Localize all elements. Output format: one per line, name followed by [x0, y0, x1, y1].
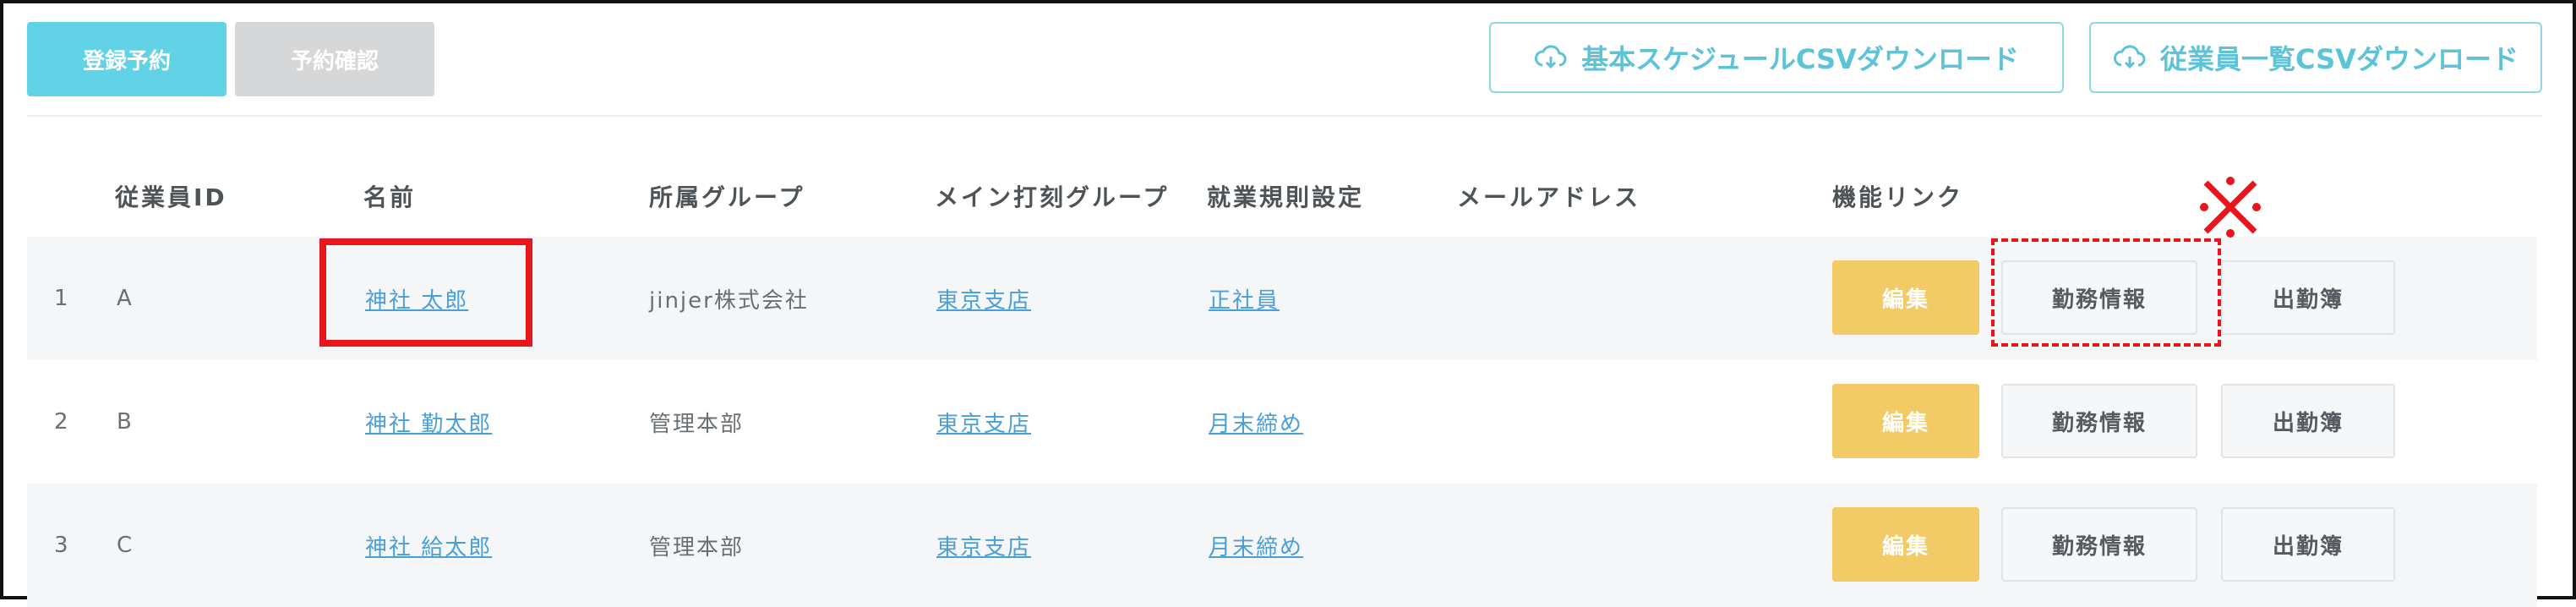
table-row: 3 C 神社 給太郎 管理本部 東京支店 月末締め 編集 勤務情報 出勤簿 — [27, 484, 2537, 607]
schedule-csv-download-button[interactable]: 基本スケジュールCSVダウンロード — [1489, 22, 2064, 93]
work-info-highlight-dashed-box — [1991, 238, 2221, 347]
group-text: 管理本部 — [649, 534, 745, 561]
work-info-button[interactable]: 勤務情報 — [2001, 384, 2197, 458]
edit-button[interactable]: 編集 — [1832, 260, 1979, 335]
header-group: 所属グループ — [649, 183, 805, 211]
employee-id: C — [117, 533, 133, 558]
row-number: 3 — [54, 533, 68, 558]
employee-csv-download-button[interactable]: 従業員一覧CSVダウンロード — [2089, 22, 2542, 93]
employee-id: A — [117, 286, 132, 311]
name-highlight-box — [319, 238, 532, 347]
toolbar: 登録予約 予約確認 基本スケジュールCSVダウンロード 従業員一覧CSVダウンロ… — [27, 22, 2542, 96]
row-number: 1 — [54, 286, 68, 311]
edit-button[interactable]: 編集 — [1832, 384, 1979, 458]
reservation-confirm-button[interactable]: 予約確認 — [235, 22, 434, 96]
schedule-csv-download-label: 基本スケジュールCSVダウンロード — [1581, 43, 2019, 75]
cloud-download-icon — [1534, 45, 1568, 70]
table-row: 2 B 神社 勤太郎 管理本部 東京支店 月末締め 編集 勤務情報 出勤簿 — [27, 360, 2537, 484]
work-rule-link[interactable]: 月末締め — [1209, 360, 1303, 484]
header-email: メールアドレス — [1457, 183, 1641, 211]
attendance-book-button[interactable]: 出勤簿 — [2221, 260, 2395, 335]
table-header: 従業員ID 名前 所属グループ メイン打刻グループ 就業規則設定 メールアドレス… — [27, 161, 2542, 228]
header-name: 名前 — [363, 183, 417, 211]
work-rule-link[interactable]: 月末締め — [1209, 484, 1303, 607]
edit-button[interactable]: 編集 — [1832, 507, 1979, 582]
employee-name-link[interactable]: 神社 勤太郎 — [365, 360, 492, 484]
employee-id: B — [117, 409, 132, 435]
kome-mark-icon — [2200, 177, 2261, 238]
stamp-group-link[interactable]: 東京支店 — [936, 484, 1031, 607]
toolbar-divider — [27, 115, 2542, 117]
stamp-group-link[interactable]: 東京支店 — [936, 237, 1031, 360]
row-number: 2 — [54, 409, 68, 435]
attendance-book-button[interactable]: 出勤簿 — [2221, 507, 2395, 582]
header-work-rules: 就業規則設定 — [1207, 183, 1365, 211]
employee-csv-download-label: 従業員一覧CSVダウンロード — [2160, 43, 2519, 75]
group-text: 管理本部 — [649, 411, 745, 437]
work-rule-link[interactable]: 正社員 — [1209, 237, 1280, 360]
work-info-button[interactable]: 勤務情報 — [2001, 507, 2197, 582]
header-main-stamp-group: メイン打刻グループ — [935, 183, 1170, 211]
stamp-group-link[interactable]: 東京支店 — [936, 360, 1031, 484]
cloud-download-icon — [2113, 45, 2147, 70]
employee-name-link[interactable]: 神社 給太郎 — [365, 484, 492, 607]
attendance-book-button[interactable]: 出勤簿 — [2221, 384, 2395, 458]
group-text: jinjer株式会社 — [649, 287, 809, 314]
header-function-links: 機能リンク — [1832, 183, 1964, 211]
header-employee-id: 従業員ID — [115, 183, 227, 211]
register-reservation-button[interactable]: 登録予約 — [27, 22, 226, 96]
